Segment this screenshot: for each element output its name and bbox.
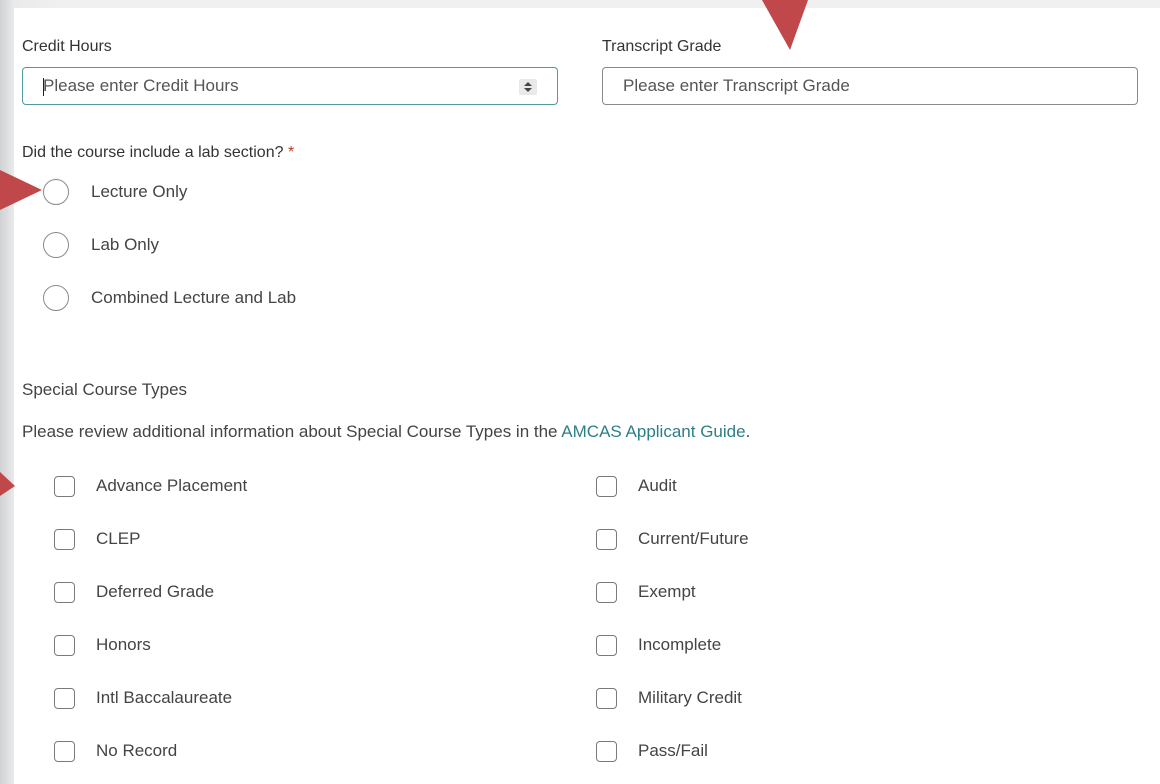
checkbox-clep[interactable]: CLEP	[54, 527, 140, 551]
radio-button[interactable]	[43, 179, 69, 205]
info-suffix: .	[745, 422, 751, 441]
transcript-grade-label: Transcript Grade	[602, 38, 722, 55]
checkbox-military-credit[interactable]: Military Credit	[596, 686, 742, 710]
checkbox-pass-fail[interactable]: Pass/Fail	[596, 739, 708, 763]
checkbox-exempt[interactable]: Exempt	[596, 580, 696, 604]
checkbox[interactable]	[54, 687, 75, 709]
red-arrow-icon	[762, 0, 808, 50]
checkbox[interactable]	[596, 687, 617, 709]
checkbox[interactable]	[54, 581, 75, 603]
checkbox[interactable]	[596, 475, 617, 497]
checkbox-no-record[interactable]: No Record	[54, 739, 177, 763]
required-mark: *	[287, 144, 295, 161]
radio-button[interactable]	[43, 285, 69, 311]
credit-hours-input[interactable]	[23, 68, 557, 104]
credit-hours-label: Credit Hours	[22, 38, 112, 55]
checkbox-label: Incomplete	[638, 635, 722, 654]
checkbox-label: CLEP	[96, 529, 141, 548]
checkbox[interactable]	[54, 475, 75, 497]
checkbox[interactable]	[596, 740, 617, 762]
checkbox-label: Audit	[638, 476, 677, 495]
checkbox-incomplete[interactable]: Incomplete	[596, 633, 721, 657]
checkbox-label: Advance Placement	[96, 476, 248, 495]
checkbox[interactable]	[596, 581, 617, 603]
course-form-panel: Credit Hours Transcript Grade Did the co…	[14, 8, 1160, 784]
checkbox-intl-baccalaureate[interactable]: Intl Baccalaureate	[54, 686, 232, 710]
credit-hours-field[interactable]	[22, 67, 558, 105]
lab-question-text: Did the course include a lab section?	[22, 144, 284, 161]
checkbox-label: Deferred Grade	[96, 582, 215, 601]
checkbox-audit[interactable]: Audit	[596, 474, 677, 498]
checkbox-label: Pass/Fail	[638, 741, 708, 760]
amcas-guide-link[interactable]: AMCAS Applicant Guide	[561, 422, 745, 441]
transcript-grade-input[interactable]	[603, 68, 1137, 104]
text-caret	[43, 78, 44, 96]
checkbox[interactable]	[596, 528, 617, 550]
radio-option-lecture-only[interactable]: Lecture Only	[43, 178, 187, 206]
radio-option-combined[interactable]: Combined Lecture and Lab	[43, 284, 296, 312]
red-arrow-icon	[0, 472, 15, 496]
checkbox-label: Current/Future	[638, 529, 749, 548]
radio-button[interactable]	[43, 232, 69, 258]
info-prefix: Please review additional information abo…	[22, 422, 562, 441]
radio-label: Lab Only	[91, 235, 160, 254]
checkbox-current-future[interactable]: Current/Future	[596, 527, 749, 551]
checkbox[interactable]	[596, 634, 617, 656]
checkbox-label: No Record	[96, 741, 178, 760]
up-down-spinner-icon[interactable]	[519, 79, 537, 95]
checkbox-label: Honors	[96, 635, 151, 654]
radio-label: Combined Lecture and Lab	[91, 288, 297, 307]
special-course-types-heading: Special Course Types	[22, 380, 188, 399]
checkbox[interactable]	[54, 634, 75, 656]
red-arrow-icon	[0, 170, 42, 210]
checkbox-honors[interactable]: Honors	[54, 633, 151, 657]
checkbox-label: Exempt	[638, 582, 696, 601]
checkbox-advance-placement[interactable]: Advance Placement	[54, 474, 247, 498]
checkbox-deferred-grade[interactable]: Deferred Grade	[54, 580, 214, 604]
radio-option-lab-only[interactable]: Lab Only	[43, 231, 159, 259]
lab-question-label: Did the course include a lab section? *	[22, 144, 294, 162]
radio-label: Lecture Only	[91, 182, 188, 201]
special-types-info: Please review additional information abo…	[22, 422, 750, 442]
checkbox[interactable]	[54, 740, 75, 762]
transcript-grade-field[interactable]	[602, 67, 1138, 105]
checkbox[interactable]	[54, 528, 75, 550]
checkbox-label: Intl Baccalaureate	[96, 688, 233, 707]
checkbox-label: Military Credit	[638, 688, 742, 707]
